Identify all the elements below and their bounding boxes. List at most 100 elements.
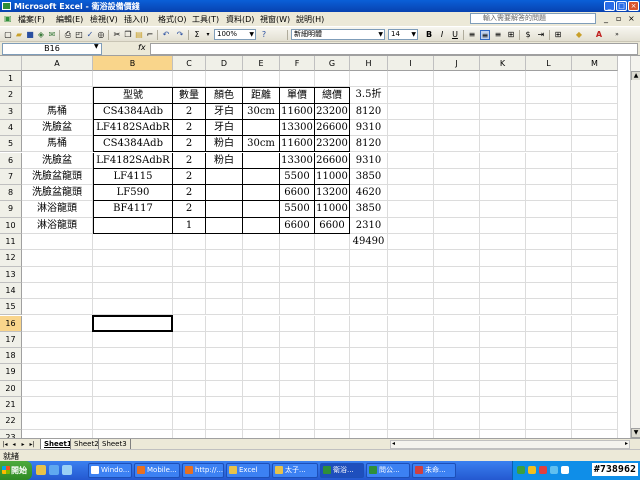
cell[interactable] [388,282,434,300]
cell[interactable] [280,266,315,283]
cell[interactable] [280,71,315,88]
doc-close-icon[interactable]: × [628,14,635,23]
redo-icon[interactable]: ↷ [175,30,185,40]
cell[interactable] [572,185,618,202]
column-header-h[interactable]: H [350,56,388,71]
row-header-16[interactable]: 16 [0,315,22,332]
task-excel-folder[interactable]: Excel [226,463,270,478]
cell[interactable] [243,299,280,316]
cell-h4[interactable]: 9310 [350,119,388,137]
autosum-icon[interactable]: Σ [192,30,202,40]
cell[interactable] [434,185,480,202]
cell[interactable] [526,152,572,169]
cell[interactable] [206,266,243,283]
cell[interactable] [526,71,572,88]
cell[interactable] [173,234,206,251]
cell[interactable] [243,397,280,414]
cell[interactable] [572,397,618,414]
fill-color-icon[interactable]: ◆ [574,30,584,40]
cell-g10[interactable]: 6600 [315,217,350,234]
cell[interactable] [388,348,434,365]
cell[interactable] [350,429,388,438]
undo-icon[interactable]: ↶ [161,30,171,40]
cell[interactable] [22,413,93,430]
cell[interactable] [315,250,350,267]
row-header-2[interactable]: 2 [0,87,22,104]
cell[interactable] [280,250,315,267]
column-header-c[interactable]: C [173,56,206,71]
cell[interactable] [434,413,480,430]
cell[interactable] [572,380,618,397]
cell[interactable] [315,299,350,316]
underline-button[interactable]: U [450,30,460,40]
cell[interactable] [526,364,572,381]
cell[interactable] [173,380,206,397]
cell[interactable] [350,282,388,300]
cell[interactable] [315,380,350,397]
cell[interactable] [22,380,93,397]
cell-a3[interactable]: 馬桶 [22,103,93,120]
cell[interactable] [206,282,243,300]
cell[interactable] [526,299,572,316]
currency-button[interactable]: $ [523,30,533,40]
next-sheet-icon[interactable]: ▸ [19,440,27,449]
cell[interactable] [206,234,243,251]
cell[interactable] [93,266,173,283]
column-header-a[interactable]: A [22,56,93,71]
cell[interactable] [243,71,280,88]
cell[interactable] [388,266,434,283]
row-header-11[interactable]: 11 [0,234,22,251]
cell[interactable] [243,282,280,300]
cell[interactable] [480,234,526,251]
cell-a6[interactable]: 洗臉盆 [22,152,93,169]
cell-c2[interactable]: 數量 [173,87,206,104]
row-header-15[interactable]: 15 [0,299,22,316]
tray-messenger-icon[interactable] [550,466,558,474]
save-icon[interactable]: ■ [25,30,35,40]
task-wengong[interactable]: 問公... [366,463,410,478]
cell[interactable] [206,331,243,349]
cell[interactable] [315,71,350,88]
cell[interactable] [243,234,280,251]
cell-e2[interactable]: 距離 [243,87,280,104]
cell[interactable] [22,250,93,267]
cell-e6[interactable] [243,152,280,169]
cell[interactable] [243,413,280,430]
cell[interactable] [315,364,350,381]
cell[interactable] [173,364,206,381]
cell[interactable] [350,364,388,381]
row-header-13[interactable]: 13 [0,266,22,283]
cell-h10[interactable]: 2310 [350,217,388,234]
cell[interactable] [93,234,173,251]
help-search-input[interactable]: 輸入需要解答的問題 [470,13,596,24]
cell-e8[interactable] [243,185,280,202]
cell[interactable] [315,266,350,283]
cell[interactable] [350,331,388,349]
row-header-1[interactable]: 1 [0,71,22,88]
cell[interactable] [315,397,350,414]
cell[interactable] [480,250,526,267]
cell[interactable] [93,429,173,438]
cell-e5[interactable]: 30cm [243,136,280,153]
cell-g7[interactable]: 11000 [315,168,350,186]
cell-b9[interactable]: BF4117 [93,201,173,218]
font-name-select[interactable]: 新細明體 ▼ [291,29,385,40]
cell-d3[interactable]: 牙白 [206,103,243,120]
cell-b7[interactable]: LF4115 [93,168,173,186]
spelling-icon[interactable]: ✓ [85,30,95,40]
cell[interactable] [173,266,206,283]
cell[interactable] [243,364,280,381]
cell[interactable] [206,397,243,414]
menu-edit[interactable]: 編輯(E) [56,14,83,25]
cell[interactable] [388,429,434,438]
row-header-23[interactable]: 23 [0,429,22,438]
row-header-3[interactable]: 3 [0,103,22,120]
cell[interactable] [480,429,526,438]
cell[interactable] [206,71,243,88]
row-header-19[interactable]: 19 [0,364,22,381]
cell[interactable] [315,282,350,300]
cell[interactable] [243,315,280,332]
cell[interactable] [173,413,206,430]
cell[interactable] [434,315,480,332]
cell[interactable] [93,331,173,349]
